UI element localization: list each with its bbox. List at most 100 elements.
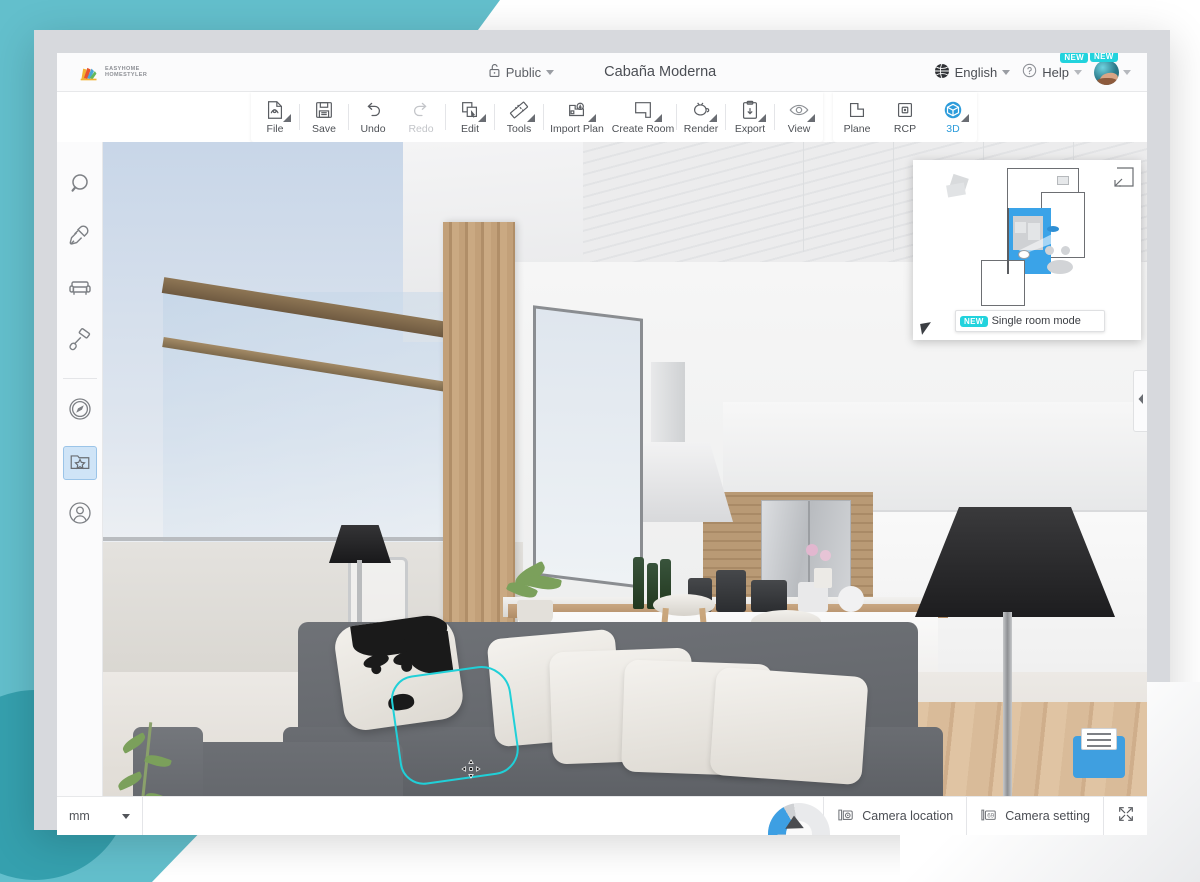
camera-setting-button[interactable]: 69 Camera setting	[966, 797, 1103, 835]
unit-selector[interactable]: mm	[57, 797, 143, 835]
dropdown-arrow-icon[interactable]	[527, 114, 535, 122]
sidebar-item-search[interactable]	[63, 169, 97, 203]
single-room-mode-tooltip[interactable]: NEW Single room mode	[955, 310, 1105, 332]
expand-minimap-icon[interactable]	[1113, 166, 1135, 188]
scene-face-cushion[interactable]	[332, 612, 465, 733]
minimap-panel[interactable]: NEW Single room mode	[913, 160, 1141, 340]
toolbar-button-render[interactable]: Render	[677, 92, 725, 142]
redo-arrow-icon	[410, 99, 432, 121]
inbox-tray-button[interactable]	[1073, 736, 1125, 778]
chevron-down-icon	[122, 814, 130, 819]
account-new-badge: NEW	[1090, 53, 1118, 62]
language-selector[interactable]: English	[934, 63, 1011, 82]
scene-floor-lamp-pole	[1003, 612, 1012, 796]
view-mode-plane[interactable]: Plane	[833, 92, 881, 142]
right-panel-collapse-toggle[interactable]	[1133, 370, 1147, 432]
toolbar-label: RCP	[894, 123, 916, 135]
scene-plant	[503, 562, 573, 622]
help-label: Help	[1042, 65, 1069, 80]
dropdown-arrow-icon[interactable]	[709, 114, 717, 122]
toolbar-button-view[interactable]: View	[775, 92, 823, 142]
app-body: NEW Single room mode	[57, 142, 1147, 796]
toolbar-label: File	[267, 123, 284, 135]
import-plan-icon	[566, 99, 588, 121]
toolbar-label: View	[788, 123, 811, 135]
shovel-icon	[67, 223, 93, 254]
toolbar-label: Save	[312, 123, 336, 135]
account-menu[interactable]: NEW	[1094, 60, 1131, 85]
move-cursor-icon	[461, 759, 481, 779]
command-input[interactable]	[143, 797, 823, 835]
chevron-left-icon	[1137, 392, 1145, 410]
view-mode-3d[interactable]: 3D	[929, 92, 977, 142]
view-cone-compass[interactable]	[761, 797, 835, 835]
floppy-disk-icon	[313, 99, 335, 121]
dropdown-arrow-icon[interactable]	[807, 114, 815, 122]
question-circle-icon	[1022, 63, 1037, 81]
scene-cushion-4[interactable]	[709, 667, 868, 785]
minimap-floorplan[interactable]	[921, 168, 1133, 332]
sidebar-item-build[interactable]	[63, 221, 97, 255]
undo-arrow-icon	[362, 99, 384, 121]
toolbar-label: Create Room	[612, 123, 674, 135]
toolbar-button-edit[interactable]: Edit	[446, 92, 494, 142]
language-label: English	[955, 65, 998, 80]
project-title[interactable]: Cabaña Moderna	[604, 64, 716, 80]
dropdown-arrow-icon[interactable]	[588, 114, 596, 122]
left-sidebar	[57, 142, 103, 796]
sidebar-item-favorites[interactable]	[63, 446, 97, 480]
dropdown-arrow-icon[interactable]	[654, 114, 662, 122]
dropdown-arrow-icon[interactable]	[283, 114, 291, 122]
dropdown-arrow-icon[interactable]	[961, 114, 969, 122]
fullscreen-expand-icon	[1117, 805, 1135, 828]
toolbar-button-tools[interactable]: Tools	[495, 92, 543, 142]
toolbar-button-import-plan[interactable]: Import Plan	[544, 92, 610, 142]
sidebar-item-furniture[interactable]	[63, 273, 97, 307]
chevron-down-icon	[1074, 70, 1082, 75]
dropdown-arrow-icon[interactable]	[478, 114, 486, 122]
view-mode-rcp[interactable]: RCP	[881, 92, 929, 142]
toolbar-row: File Save	[57, 92, 1147, 142]
toolbar-button-save[interactable]: Save	[300, 92, 348, 142]
toolbar-button-file[interactable]: File	[251, 92, 299, 142]
visibility-selector[interactable]: Public	[488, 63, 554, 81]
camera-location-icon	[837, 807, 855, 826]
inbox-tray-icon	[1081, 728, 1117, 750]
toolbar-label: 3D	[946, 123, 959, 135]
sidebar-item-compass[interactable]	[63, 394, 97, 428]
toolbar-button-export[interactable]: Export	[726, 92, 774, 142]
toolbar-button-create-room[interactable]: Create Room	[610, 92, 676, 142]
plane-view-icon	[846, 99, 868, 121]
tooltip-label: Single room mode	[992, 315, 1081, 327]
help-new-badge: NEW	[1060, 53, 1088, 63]
brand-logo[interactable]: EASYHOME HOMESTYLER	[79, 62, 147, 82]
status-bar-actions: Camera location 69 Camera setting	[823, 797, 1147, 835]
help-menu[interactable]: Help NEW	[1022, 63, 1082, 81]
sidebar-item-account[interactable]	[63, 498, 97, 532]
chevron-down-icon	[546, 70, 554, 75]
camera-setting-label: Camera setting	[1005, 809, 1090, 823]
toolbar-button-undo[interactable]: Undo	[349, 92, 397, 142]
scene-plant-branch	[115, 722, 185, 796]
compass-icon	[67, 396, 93, 427]
user-avatar[interactable]	[1094, 60, 1119, 85]
decoration-teal-top	[0, 0, 500, 30]
toolbar-button-redo[interactable]: Redo	[397, 92, 445, 142]
globe-icon	[934, 63, 950, 82]
brand-line2: HOMESTYLER	[105, 72, 147, 78]
unlock-icon	[488, 63, 501, 81]
fullscreen-button[interactable]	[1103, 797, 1147, 835]
chevron-down-icon	[1123, 70, 1131, 75]
status-bar: mm	[57, 796, 1147, 835]
toolbar-label: Plane	[844, 123, 871, 135]
camera-location-button[interactable]: Camera location	[823, 797, 966, 835]
brand-name: EASYHOME HOMESTYLER	[105, 66, 147, 78]
camera-location-label: Camera location	[862, 809, 953, 823]
camera-setting-icon: 69	[980, 807, 998, 826]
visibility-label: Public	[506, 65, 541, 80]
toolbar-label: Export	[735, 123, 765, 135]
sidebar-item-materials[interactable]	[63, 325, 97, 359]
sidebar-divider	[63, 378, 97, 379]
dropdown-arrow-icon[interactable]	[758, 114, 766, 122]
3d-viewport[interactable]: NEW Single room mode	[103, 142, 1147, 796]
